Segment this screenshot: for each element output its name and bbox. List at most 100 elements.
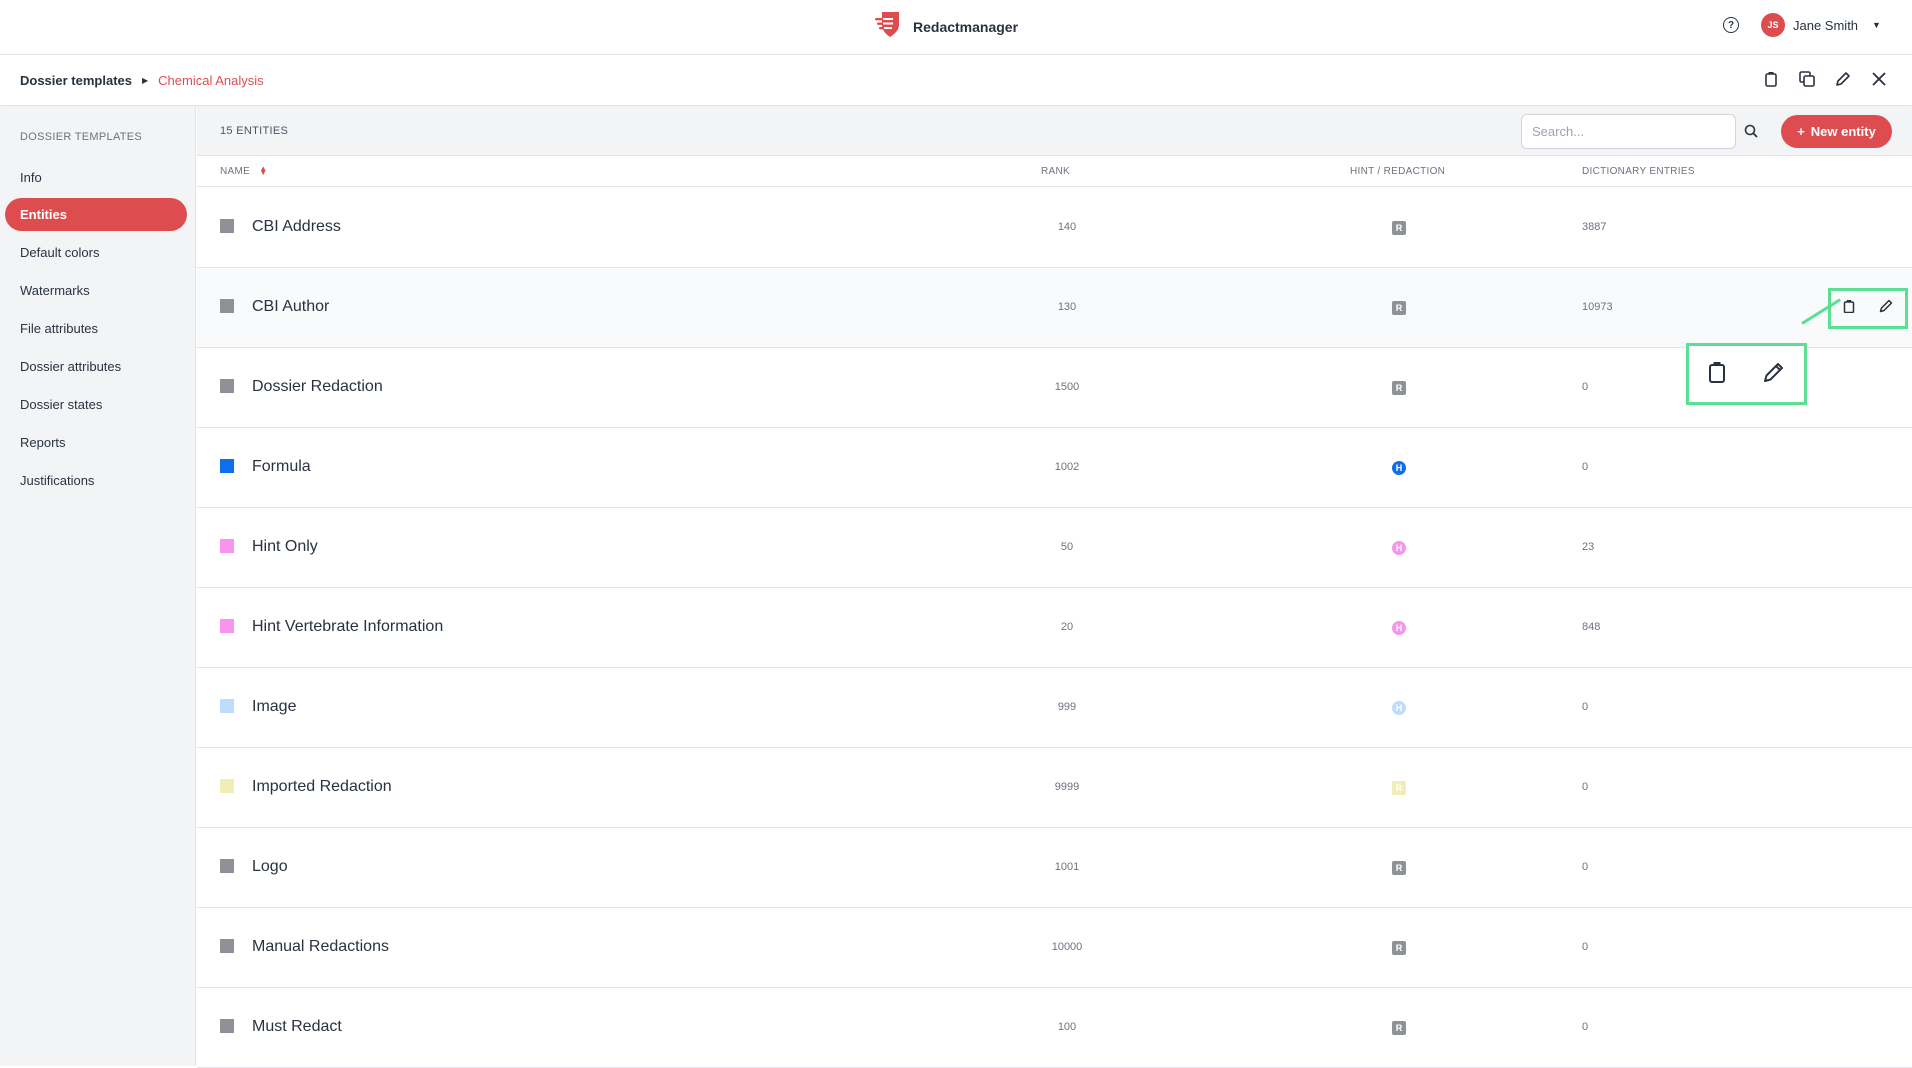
color-swatch — [220, 1019, 234, 1033]
column-name-label: NAME — [220, 166, 251, 177]
edit-icon[interactable] — [1834, 70, 1852, 88]
entity-name: Hint Vertebrate Information — [252, 618, 444, 635]
redactmanager-logo-icon — [873, 10, 903, 43]
table-row[interactable]: Formula 1002 H 0 — [197, 428, 1912, 508]
column-hint-redaction: HINT / REDACTION — [1350, 166, 1446, 177]
sidebar-item-reports[interactable]: Reports — [5, 426, 187, 459]
table-row[interactable]: Imported Redaction 9999 R 0 — [197, 748, 1912, 828]
close-icon[interactable] — [1870, 70, 1888, 88]
color-swatch — [220, 219, 234, 233]
table-row[interactable]: CBI Author 130 R 10973 — [197, 268, 1912, 348]
chevron-right-icon: ▶ — [142, 76, 149, 85]
redaction-badge: R — [1392, 221, 1406, 235]
table-row[interactable]: Hint Only 50 H 23 — [197, 508, 1912, 588]
hint-badge: H — [1392, 621, 1406, 635]
redaction-badge: R — [1392, 861, 1406, 875]
color-swatch — [220, 939, 234, 953]
sidebar-item-dossier-attributes[interactable]: Dossier attributes — [5, 350, 187, 383]
sidebar-item-info[interactable]: Info — [5, 161, 187, 194]
trash-icon[interactable] — [1708, 361, 1726, 388]
sidebar-title: DOSSIER TEMPLATES — [20, 131, 143, 143]
edit-icon[interactable] — [1879, 299, 1893, 318]
search-input[interactable] — [1521, 114, 1736, 149]
color-swatch — [220, 779, 234, 793]
color-swatch — [220, 699, 234, 713]
entity-list: CBI Address 140 R 3887 CBI Author 130 R 10973 Do… — [197, 188, 1912, 1068]
entity-name: Imported Redaction — [252, 778, 392, 795]
color-swatch — [220, 379, 234, 393]
entity-name: Hint Only — [252, 538, 318, 555]
hint-badge: H — [1392, 461, 1406, 475]
entity-rank: 999 — [1057, 701, 1077, 713]
column-name[interactable]: NAME ▲ ▼ — [220, 165, 267, 177]
entity-name: Formula — [252, 458, 311, 475]
dictionary-entries: 848 — [1582, 621, 1601, 633]
user-menu[interactable]: JS Jane Smith ▼ — [1761, 13, 1881, 37]
column-dictionary-entries: DICTIONARY ENTRIES — [1582, 166, 1695, 177]
breadcrumb: Dossier templates ▶ Chemical Analysis — [20, 73, 264, 88]
app-name: Redactmanager — [913, 18, 1019, 35]
entity-rank: 9999 — [1054, 781, 1080, 793]
color-swatch — [220, 859, 234, 873]
entity-rank: 10000 — [1051, 941, 1083, 953]
entity-name: Manual Redactions — [252, 938, 389, 955]
zoomed-row-actions — [1686, 343, 1807, 405]
breadcrumb-root[interactable]: Dossier templates — [20, 73, 132, 88]
sidebar-item-watermarks[interactable]: Watermarks — [5, 274, 187, 307]
color-swatch — [220, 619, 234, 633]
table-row[interactable]: Dossier Redaction 1500 R 0 — [197, 348, 1912, 428]
brand[interactable]: Redactmanager — [873, 10, 1018, 43]
table-row[interactable]: Must Redact 100 R 0 — [197, 988, 1912, 1068]
edit-icon[interactable] — [1763, 361, 1785, 388]
entity-rank: 20 — [1060, 621, 1074, 633]
avatar: JS — [1761, 13, 1785, 37]
redaction-badge: R — [1392, 941, 1406, 955]
template-actions — [1762, 70, 1888, 88]
entity-name: CBI Address — [252, 218, 341, 235]
sidebar-item-file-attributes[interactable]: File attributes — [5, 312, 187, 345]
sidebar-item-default-colors[interactable]: Default colors — [5, 236, 187, 269]
entity-rank: 1001 — [1054, 861, 1080, 873]
entity-rank: 130 — [1057, 301, 1077, 313]
sort-icon[interactable]: ▲ ▼ — [259, 165, 267, 177]
redaction-badge: R — [1392, 1021, 1406, 1035]
breadcrumb-bar: Dossier templates ▶ Chemical Analysis — [0, 56, 1912, 106]
table-row[interactable]: Image 999 H 0 — [197, 668, 1912, 748]
sidebar-item-justifications[interactable]: Justifications — [5, 464, 187, 497]
dictionary-entries: 0 — [1582, 461, 1589, 473]
dictionary-entries: 23 — [1582, 541, 1595, 553]
entity-name: Image — [252, 698, 297, 715]
dictionary-entries: 0 — [1582, 1021, 1589, 1033]
dictionary-entries: 3887 — [1582, 221, 1607, 233]
dictionary-entries: 10973 — [1582, 301, 1613, 313]
table-row[interactable]: Logo 1001 R 0 — [197, 828, 1912, 908]
breadcrumb-current[interactable]: Chemical Analysis — [158, 73, 264, 88]
sidebar-item-dossier-states[interactable]: Dossier states — [5, 388, 187, 421]
help-icon[interactable]: ? — [1723, 17, 1739, 33]
color-swatch — [220, 299, 234, 313]
entity-name: Dossier Redaction — [252, 378, 383, 395]
entity-name: CBI Author — [252, 298, 330, 315]
entity-name: Logo — [252, 858, 288, 875]
entity-rank: 100 — [1057, 1021, 1077, 1033]
entities-toolbar: 15 ENTITIES + New entity — [197, 107, 1912, 156]
entity-count: 15 ENTITIES — [220, 125, 289, 137]
chevron-down-icon: ▼ — [1872, 20, 1881, 30]
dictionary-entries: 0 — [1582, 941, 1589, 953]
entity-rank: 50 — [1060, 541, 1074, 553]
row-actions — [1828, 288, 1908, 329]
dictionary-entries: 0 — [1582, 381, 1589, 393]
table-row[interactable]: Manual Redactions 10000 R 0 — [197, 908, 1912, 988]
table-row[interactable]: CBI Address 140 R 3887 — [197, 188, 1912, 268]
redaction-badge: R — [1392, 381, 1406, 395]
trash-icon[interactable] — [1843, 299, 1855, 318]
dictionary-entries: 0 — [1582, 861, 1589, 873]
copy-icon[interactable] — [1798, 70, 1816, 88]
entity-rank: 140 — [1057, 221, 1077, 233]
new-entity-button[interactable]: + New entity — [1781, 115, 1892, 148]
dictionary-entries: 0 — [1582, 701, 1589, 713]
trash-icon[interactable] — [1762, 70, 1780, 88]
search-icon[interactable] — [1744, 124, 1758, 143]
sidebar-item-entities[interactable]: Entities — [5, 198, 187, 231]
table-row[interactable]: Hint Vertebrate Information 20 H 848 — [197, 588, 1912, 668]
